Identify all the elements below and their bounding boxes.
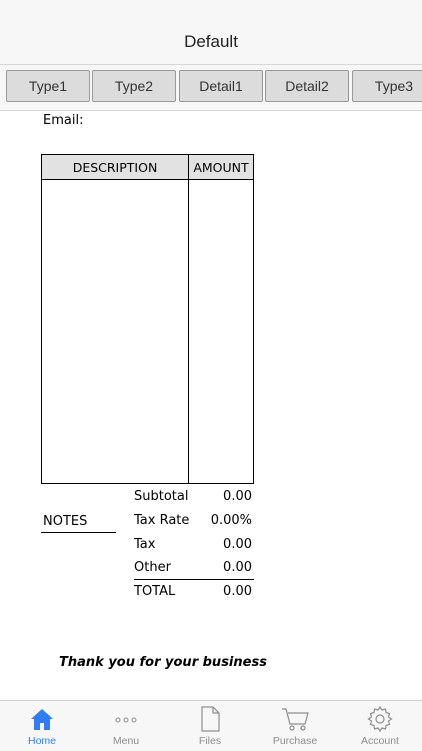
total-divider [134,579,254,580]
file-icon [195,706,225,732]
tax-rate-value: 0.00% [210,513,252,528]
tab-menu[interactable]: Menu [84,701,168,751]
other-label: Other [134,560,171,575]
column-divider [188,155,189,483]
segment-bar: Type1 Type2 Detail1 Detail2 Type3 [0,65,422,111]
notes-underline [41,532,116,533]
tax-label: Tax [134,537,156,552]
other-value: 0.00 [223,560,252,575]
tax-rate-row: Tax Rate 0.00% [134,513,254,533]
segment-type1[interactable]: Type1 [6,70,90,102]
tab-home[interactable]: Home [0,701,84,751]
items-table: DESCRIPTION AMOUNT [41,154,254,484]
tab-files-label: Files [198,735,222,747]
thank-you-message: Thank you for your business [59,655,267,670]
tab-home-label: Home [27,735,56,747]
segment-type2[interactable]: Type2 [92,70,176,102]
tab-account[interactable]: Account [338,701,422,751]
segment-detail1[interactable]: Detail1 [179,70,263,102]
total-row: TOTAL 0.00 [134,584,254,604]
notes-label: NOTES [43,514,88,529]
subtotal-label: Subtotal [134,489,189,504]
nav-title: Default [184,32,238,51]
tab-purchase[interactable]: Purchase [253,701,337,751]
amount-header: AMOUNT [193,159,249,175]
tab-files[interactable]: Files [168,701,252,751]
total-label: TOTAL [134,584,176,599]
segment-detail2[interactable]: Detail2 [265,70,349,102]
more-icon [111,706,141,732]
total-value: 0.00 [223,584,252,599]
gear-icon [365,706,395,732]
tab-account-label: Account [361,735,399,747]
other-row: Other 0.00 [134,560,254,580]
tax-rate-label: Tax Rate [134,513,190,528]
segment-type3[interactable]: Type3 [352,70,422,102]
tab-bar: Home Menu Files Purchase Account [0,700,422,751]
items-table-header: DESCRIPTION AMOUNT [42,155,253,180]
tax-row: Tax 0.00 [134,537,254,557]
tab-purchase-label: Purchase [272,735,318,747]
description-header: DESCRIPTION [72,159,158,175]
email-label: Email: [43,113,84,128]
cart-icon [280,706,310,732]
home-icon [27,706,57,732]
tab-menu-label: Menu [112,735,140,747]
tax-value: 0.00 [223,537,252,552]
navigation-bar: Default [0,0,422,65]
subtotal-row: Subtotal 0.00 [134,489,254,509]
invoice-document: Email: DESCRIPTION AMOUNT NOTES Subtotal… [0,111,422,699]
subtotal-value: 0.00 [223,489,252,504]
